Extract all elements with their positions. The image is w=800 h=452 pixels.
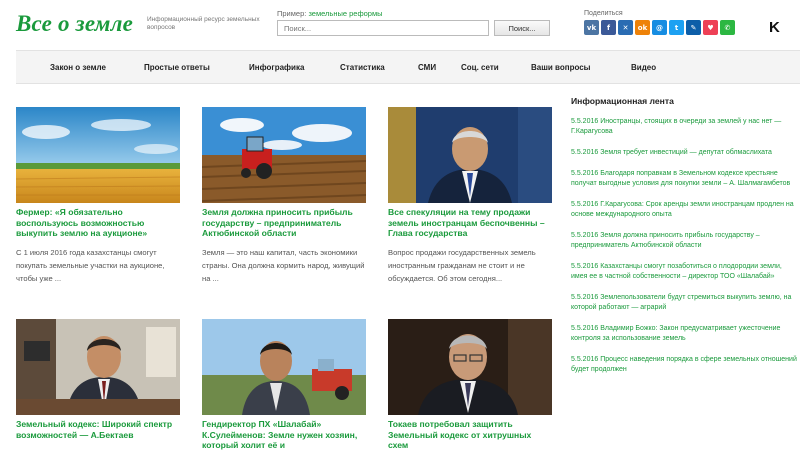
nav-item-video[interactable]: Видео xyxy=(631,63,656,72)
twitter-icon[interactable]: ✕ xyxy=(618,20,633,35)
feed-item-link[interactable]: Землепользователи будут стремиться выкуп… xyxy=(571,294,791,311)
feed-item-link[interactable]: Земля должна приносить прибыль государст… xyxy=(571,232,760,249)
nav-item-zakon[interactable]: Закон о земле xyxy=(50,63,106,72)
feed-item-link[interactable]: Земля требует инвестиций — депутат облма… xyxy=(600,149,772,156)
feed-item-date: 5.5.2016 xyxy=(571,149,599,156)
site-logo[interactable]: Все о земле xyxy=(16,11,133,37)
pocket-icon[interactable]: ♥ xyxy=(703,20,718,35)
feed-item-date: 5.5.2016 xyxy=(571,325,599,332)
feed-item-date: 5.5.2016 xyxy=(571,356,599,363)
search-button[interactable]: Поиск... xyxy=(494,20,550,36)
share-label: Поделиться xyxy=(584,10,623,17)
news-card[interactable]: Земельный кодекс: Широкий спектр возможн… xyxy=(16,319,180,447)
social-share-bar: vk f ✕ ok @ t ✎ ♥ ✆ xyxy=(584,20,735,35)
search-input[interactable] xyxy=(277,20,489,36)
feed-item-link[interactable]: Иностранцы, стоящих в очереди за землей … xyxy=(571,118,781,135)
feed-item-link[interactable]: Владимир Божко: Закон предусматривает уж… xyxy=(571,325,780,342)
site-header: Все о земле Информационный ресурс земель… xyxy=(0,0,800,50)
feed-item[interactable]: 5.5.2016 Землепользователи будут стремит… xyxy=(571,293,800,313)
nav-item-prostye-otvety[interactable]: Простые ответы xyxy=(144,63,210,72)
search-example-prefix: Пример: xyxy=(277,9,307,18)
search-example: Пример: земельные реформы xyxy=(277,9,383,18)
odnoklassniki-icon[interactable]: ok xyxy=(635,20,650,35)
livejournal-icon[interactable]: ✎ xyxy=(686,20,701,35)
card-title[interactable]: Фермер: «Я обязательно воспользуюсь возм… xyxy=(16,207,180,239)
news-card[interactable]: Земля должна приносить прибыль государст… xyxy=(202,107,366,285)
feed-item-date: 5.5.2016 xyxy=(571,294,599,301)
news-feed: Информационная лента 5.5.2016 Иностранцы… xyxy=(571,96,800,386)
feed-item[interactable]: 5.5.2016 Иностранцы, стоящих в очереди з… xyxy=(571,117,800,137)
card-image-senator-portrait[interactable] xyxy=(388,319,552,415)
card-image-wheat-field[interactable] xyxy=(16,107,180,203)
main-nav: Закон о земле Простые ответы Инфографика… xyxy=(16,50,800,84)
card-excerpt: Земля — это наш капитал, часть экономики… xyxy=(202,247,365,283)
card-title[interactable]: Гендиректор ПХ «Шалабай» К.Сулейменов: З… xyxy=(202,419,366,451)
feed-item-date: 5.5.2016 xyxy=(571,232,599,239)
news-feed-title: Информационная лента xyxy=(571,96,674,106)
feed-item[interactable]: 5.5.2016 Процесс наведения порядка в сфе… xyxy=(571,355,800,375)
search-example-link[interactable]: земельные реформы xyxy=(308,9,382,18)
feed-item-link[interactable]: Казахстанцы смогут позаботиться о плодор… xyxy=(571,263,782,280)
k-icon[interactable]: K xyxy=(769,19,780,36)
feed-item-link[interactable]: Благодаря поправкам в Земельном кодексе … xyxy=(571,170,790,187)
nav-item-vashi-voprosy[interactable]: Ваши вопросы xyxy=(531,63,591,72)
feed-item-date: 5.5.2016 xyxy=(571,201,599,208)
card-image-farmer-outdoors[interactable] xyxy=(202,319,366,415)
card-title[interactable]: Земля должна приносить прибыль государст… xyxy=(202,207,366,239)
card-image-tractor-field[interactable] xyxy=(202,107,366,203)
feed-item[interactable]: 5.5.2016 Земля должна приносить прибыль … xyxy=(571,231,800,251)
news-card[interactable]: Фермер: «Я обязательно воспользуюсь возм… xyxy=(16,107,180,285)
card-image-official-at-desk[interactable] xyxy=(16,319,180,415)
feed-item[interactable]: 5.5.2016 Владимир Божко: Закон предусмат… xyxy=(571,324,800,344)
feed-item[interactable]: 5.5.2016 Благодаря поправкам в Земельном… xyxy=(571,169,800,189)
nav-item-smi[interactable]: СМИ xyxy=(418,63,436,72)
news-card[interactable]: Все спекуляции на тему продажи земель ин… xyxy=(388,107,552,285)
feed-item-date: 5.5.2016 xyxy=(571,263,599,270)
feed-item[interactable]: 5.5.2016 Земля требует инвестиций — депу… xyxy=(571,148,800,158)
card-title[interactable]: Земельный кодекс: Широкий спектр возможн… xyxy=(16,419,180,440)
feed-item-date: 5.5.2016 xyxy=(571,118,599,125)
twitter-icon[interactable]: t xyxy=(669,20,684,35)
facebook-icon[interactable]: f xyxy=(601,20,616,35)
whatsapp-icon[interactable]: ✆ xyxy=(720,20,735,35)
card-excerpt: Вопрос продажи государственных земель ин… xyxy=(388,247,536,283)
card-excerpt: С 1 июля 2016 года казахстанцы смогут по… xyxy=(16,247,165,283)
card-title[interactable]: Токаев потребовал защитить Земельный код… xyxy=(388,419,552,451)
feed-item[interactable]: 5.5.2016 Г.Карагусова: Срок аренды земли… xyxy=(571,200,800,220)
nav-item-statistika[interactable]: Статистика xyxy=(340,63,385,72)
feed-item[interactable]: 5.5.2016 Казахстанцы смогут позаботиться… xyxy=(571,262,800,282)
nav-item-infografika[interactable]: Инфографика xyxy=(249,63,304,72)
moimir-icon[interactable]: @ xyxy=(652,20,667,35)
card-title[interactable]: Все спекуляции на тему продажи земель ин… xyxy=(388,207,552,239)
feed-item-date: 5.5.2016 xyxy=(571,170,599,177)
vk-icon[interactable]: vk xyxy=(584,20,599,35)
card-image-official-portrait[interactable] xyxy=(388,107,552,203)
site-tagline: Информационный ресурс земельных вопросов xyxy=(147,16,260,31)
feed-item-link[interactable]: Процесс наведения порядка в сфере земель… xyxy=(571,356,797,373)
news-card[interactable]: Токаев потребовал защитить Земельный код… xyxy=(388,319,552,452)
nav-item-soc-seti[interactable]: Соц. сети xyxy=(461,63,499,72)
feed-item-link[interactable]: Г.Карагусова: Срок аренды земли иностран… xyxy=(571,201,794,218)
news-card[interactable]: Гендиректор ПХ «Шалабай» К.Сулейменов: З… xyxy=(202,319,366,452)
